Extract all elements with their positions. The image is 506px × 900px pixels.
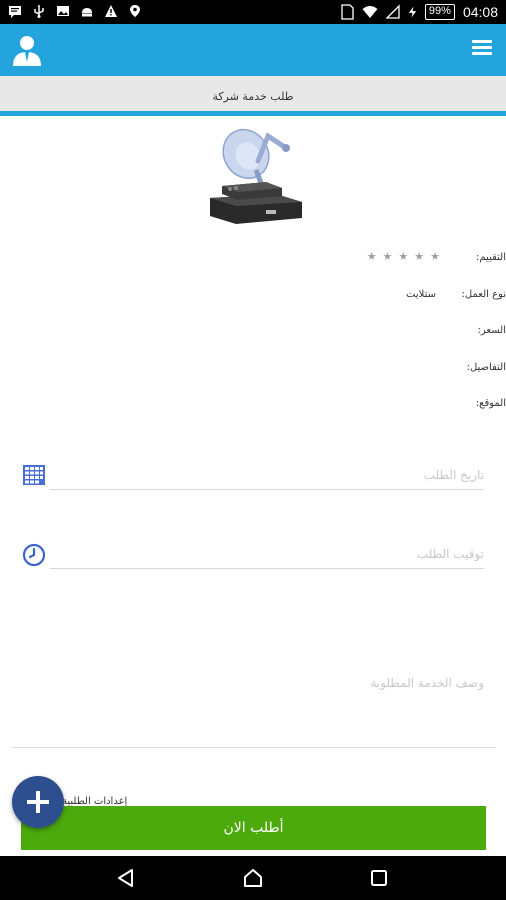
work-type-row: نوع العمل: ستلايت (0, 287, 506, 307)
warning-icon (105, 5, 117, 17)
back-icon[interactable] (116, 868, 136, 888)
service-description-field (12, 676, 496, 748)
satellite-dish-receiver-image (210, 128, 302, 224)
work-type-value: ستلايت (406, 289, 436, 300)
status-time: 04:08 (462, 4, 498, 20)
image-icon (57, 6, 69, 16)
usb-icon (34, 5, 44, 18)
page-title-bar: طلب خدمة شركة (0, 76, 506, 116)
charging-icon (408, 6, 417, 18)
order-date-field (50, 460, 484, 490)
status-left (8, 3, 142, 19)
hamburger-menu-icon[interactable] (472, 40, 492, 58)
details-row: التفاصيل: (0, 360, 506, 380)
status-right: 99% 04:08 (340, 3, 498, 21)
price-row: السعر: (0, 323, 506, 343)
message-icon (9, 6, 21, 18)
screen: 99% 04:08 طلب خدمة شركة التقييم: ★★★★★ ن… (0, 0, 506, 900)
price-label: السعر: (477, 325, 506, 336)
page-title: طلب خدمة شركة (212, 90, 294, 103)
signal-icon (385, 4, 400, 19)
android-icon (82, 8, 92, 17)
location-label: الموقع: (475, 398, 506, 409)
sim-icon (341, 4, 354, 20)
add-fab-button[interactable] (12, 776, 64, 828)
work-type-label: نوع العمل: (461, 289, 506, 300)
home-icon[interactable] (242, 867, 264, 889)
navigation-bar (0, 856, 506, 900)
order-date-input[interactable] (50, 460, 484, 489)
rating-row: التقييم: ★★★★★ (0, 250, 506, 270)
wifi-icon (362, 6, 378, 18)
app-bar (0, 24, 506, 76)
order-time-input[interactable] (50, 539, 484, 568)
order-time-field (50, 539, 484, 569)
clock-icon[interactable] (22, 543, 46, 567)
recents-icon[interactable] (370, 869, 388, 887)
service-description-input[interactable] (12, 676, 496, 706)
status-bar: 99% 04:08 (0, 0, 506, 24)
details-label: التفاصيل: (466, 362, 506, 373)
order-now-button[interactable]: أطلب الان (21, 806, 486, 850)
battery-indicator: 99% (424, 4, 455, 20)
rating-stars: ★★★★★ (366, 250, 446, 263)
location-icon (130, 5, 140, 17)
plus-icon (27, 791, 49, 813)
rating-label: التقييم: (476, 252, 506, 263)
location-row: الموقع: (0, 396, 506, 416)
calendar-icon[interactable] (22, 464, 46, 486)
user-profile-button[interactable] (10, 32, 44, 68)
user-profile-icon (13, 36, 41, 66)
